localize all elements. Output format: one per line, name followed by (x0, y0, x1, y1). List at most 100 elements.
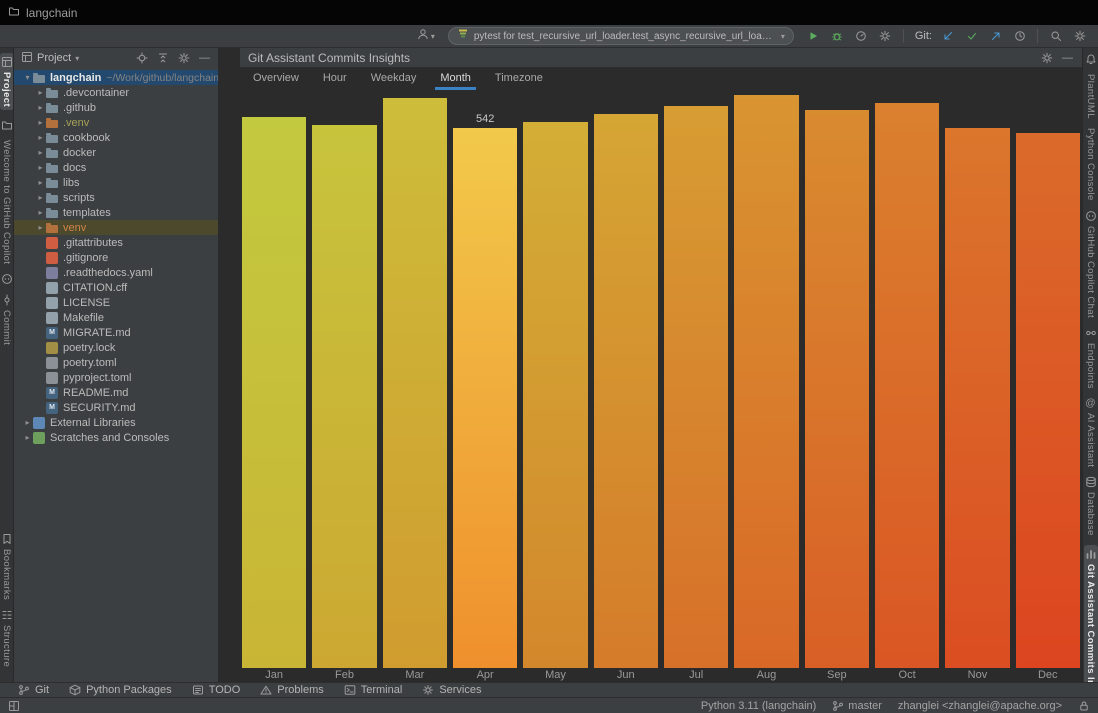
tool-stripe-button-python-console[interactable]: Python Console (1085, 128, 1096, 201)
tool-stripe-button-copilot-icon[interactable] (1, 273, 13, 285)
tree-item-gitattributes[interactable]: .gitattributes (14, 235, 218, 250)
chevron-right-icon[interactable]: ▸ (35, 193, 46, 202)
chevron-right-icon[interactable]: ▸ (35, 148, 46, 157)
tool-stripe-button-bookmarks[interactable]: Bookmarks (1, 533, 13, 600)
tree-item-citation-cff[interactable]: CITATION.cff (14, 280, 218, 295)
tree-item-scratches-and-consoles[interactable]: ▸ Scratches and Consoles (14, 430, 218, 445)
chevron-right-icon[interactable]: ▸ (35, 118, 46, 127)
panel-splitter[interactable] (218, 48, 240, 682)
bar-aug[interactable] (734, 94, 799, 668)
tree-item-pyproject-toml[interactable]: pyproject.toml (14, 370, 218, 385)
tree-item-poetry-lock[interactable]: poetry.lock (14, 340, 218, 355)
git-user-widget[interactable]: zhanglei <zhanglei@apache.org> (898, 700, 1062, 712)
chevron-right-icon[interactable]: ▸ (35, 208, 46, 217)
lock-widget[interactable] (1078, 700, 1090, 712)
tree-item-makefile[interactable]: Makefile (14, 310, 218, 325)
tool-stripe-button-database[interactable]: Database (1085, 476, 1097, 536)
bar-may[interactable] (523, 121, 588, 668)
tool-stripe-button-commit[interactable]: Commit (1, 294, 13, 346)
tool-stripe-button-endpoints[interactable]: Endpoints (1085, 327, 1097, 389)
hide-panel-button[interactable]: — (196, 50, 213, 66)
tool-stripe-button-git-assistant-commits-insights[interactable]: Git Assistant Commits Insights (1083, 544, 1098, 682)
tree-item-templates[interactable]: ▸ templates (14, 205, 218, 220)
chevron-right-icon[interactable]: ▸ (35, 103, 46, 112)
tree-item-gitignore[interactable]: .gitignore (14, 250, 218, 265)
tool-stripe-button-structure[interactable]: Structure (1, 609, 13, 667)
tree-item-docs[interactable]: ▸ docs (14, 160, 218, 175)
insights-options-button[interactable] (1038, 50, 1055, 66)
git-push-button[interactable] (985, 26, 1006, 46)
bar-jan[interactable] (242, 116, 307, 668)
tree-item-cookbook[interactable]: ▸ cookbook (14, 130, 218, 145)
tab-hour[interactable]: Hour (318, 68, 352, 90)
layout-icon[interactable] (5, 698, 22, 713)
chevron-right-icon[interactable]: ▸ (35, 178, 46, 187)
run-options-button[interactable] (875, 26, 896, 46)
tree-item-devcontainer[interactable]: ▸ .devcontainer (14, 85, 218, 100)
tool-stripe-button-github-copilot-chat[interactable]: GitHub Copilot Chat (1085, 210, 1097, 318)
tree-item-readthedocs-yaml[interactable]: .readthedocs.yaml (14, 265, 218, 280)
tool-stripe-button-plantuml[interactable]: PlantUML (1085, 74, 1096, 119)
select-opened-file-button[interactable] (133, 50, 150, 66)
python-interpreter-widget[interactable]: Python 3.11 (langchain) (701, 700, 816, 712)
toolwindow-button-services[interactable]: Services (422, 684, 482, 696)
tree-item-venv[interactable]: ▸ venv (14, 220, 218, 235)
chevron-down-icon[interactable]: ▾ (22, 73, 33, 82)
git-commit-button[interactable] (961, 26, 982, 46)
bar-mar[interactable] (382, 97, 447, 668)
tab-weekday[interactable]: Weekday (366, 68, 422, 90)
toolwindow-button-todo[interactable]: TODO (192, 684, 240, 696)
bar-feb[interactable] (312, 124, 377, 668)
tree-item-external-libraries[interactable]: ▸ External Libraries (14, 415, 218, 430)
chevron-right-icon[interactable]: ▸ (35, 88, 46, 97)
bar-jun[interactable] (593, 113, 658, 668)
tool-stripe-button-welcome-to-github-copilot[interactable]: Welcome to GitHub Copilot (1, 140, 12, 264)
toolwindow-button-git[interactable]: Git (18, 684, 49, 696)
project-panel-options-button[interactable] (175, 50, 192, 66)
tree-item-venv[interactable]: ▸ .venv (14, 115, 218, 130)
tool-stripe-button-bell-icon[interactable] (1085, 53, 1097, 65)
profiler-button[interactable] (851, 26, 872, 46)
toolwindow-button-problems[interactable]: Problems (260, 684, 324, 696)
git-update-button[interactable] (937, 26, 958, 46)
chevron-right-icon[interactable]: ▸ (35, 133, 46, 142)
debug-button[interactable] (827, 26, 848, 46)
bar-apr[interactable] (452, 127, 518, 668)
toolwindow-button-python-packages[interactable]: Python Packages (69, 684, 172, 696)
run-button[interactable] (803, 26, 824, 46)
tool-stripe-button-project[interactable]: Project (0, 53, 13, 111)
run-configuration-select[interactable]: pytest for test_recursive_url_loader.tes… (447, 27, 794, 45)
tree-item-readme-md[interactable]: README.md (14, 385, 218, 400)
git-branch-widget[interactable]: master (832, 700, 882, 712)
tool-stripe-button-ai-assistant[interactable]: @ AI Assistant (1085, 398, 1096, 467)
bar-oct[interactable] (874, 102, 940, 668)
user-account-button[interactable]: ▾ (417, 27, 435, 45)
ide-settings-button[interactable] (1069, 26, 1090, 46)
tab-timezone[interactable]: Timezone (490, 68, 548, 90)
project-view-selector[interactable]: Project (37, 52, 71, 64)
tree-item-langchain[interactable]: ▾ langchain ~/Work/github/langchain (14, 70, 218, 85)
chevron-right-icon[interactable]: ▸ (22, 433, 33, 442)
tree-item-libs[interactable]: ▸ libs (14, 175, 218, 190)
collapse-all-button[interactable] (154, 50, 171, 66)
tab-month[interactable]: Month (435, 68, 476, 90)
bar-dec[interactable] (1015, 132, 1080, 668)
chevron-right-icon[interactable]: ▸ (35, 163, 46, 172)
bar-sep[interactable] (804, 109, 869, 668)
tab-overview[interactable]: Overview (248, 68, 304, 90)
hide-insights-button[interactable]: — (1059, 50, 1076, 66)
bar-jul[interactable] (663, 105, 729, 668)
tree-item-security-md[interactable]: SECURITY.md (14, 400, 218, 415)
search-everywhere-button[interactable] (1045, 26, 1066, 46)
tree-item-github[interactable]: ▸ .github (14, 100, 218, 115)
history-button[interactable] (1009, 26, 1030, 46)
tree-item-poetry-toml[interactable]: poetry.toml (14, 355, 218, 370)
tree-item-scripts[interactable]: ▸ scripts (14, 190, 218, 205)
tree-item-migrate-md[interactable]: MIGRATE.md (14, 325, 218, 340)
toolwindow-button-terminal[interactable]: Terminal (344, 684, 402, 696)
bar-nov[interactable] (945, 127, 1010, 668)
chevron-right-icon[interactable]: ▸ (22, 418, 33, 427)
tree-item-license[interactable]: LICENSE (14, 295, 218, 310)
chevron-right-icon[interactable]: ▸ (35, 223, 46, 232)
tree-item-docker[interactable]: ▸ docker (14, 145, 218, 160)
